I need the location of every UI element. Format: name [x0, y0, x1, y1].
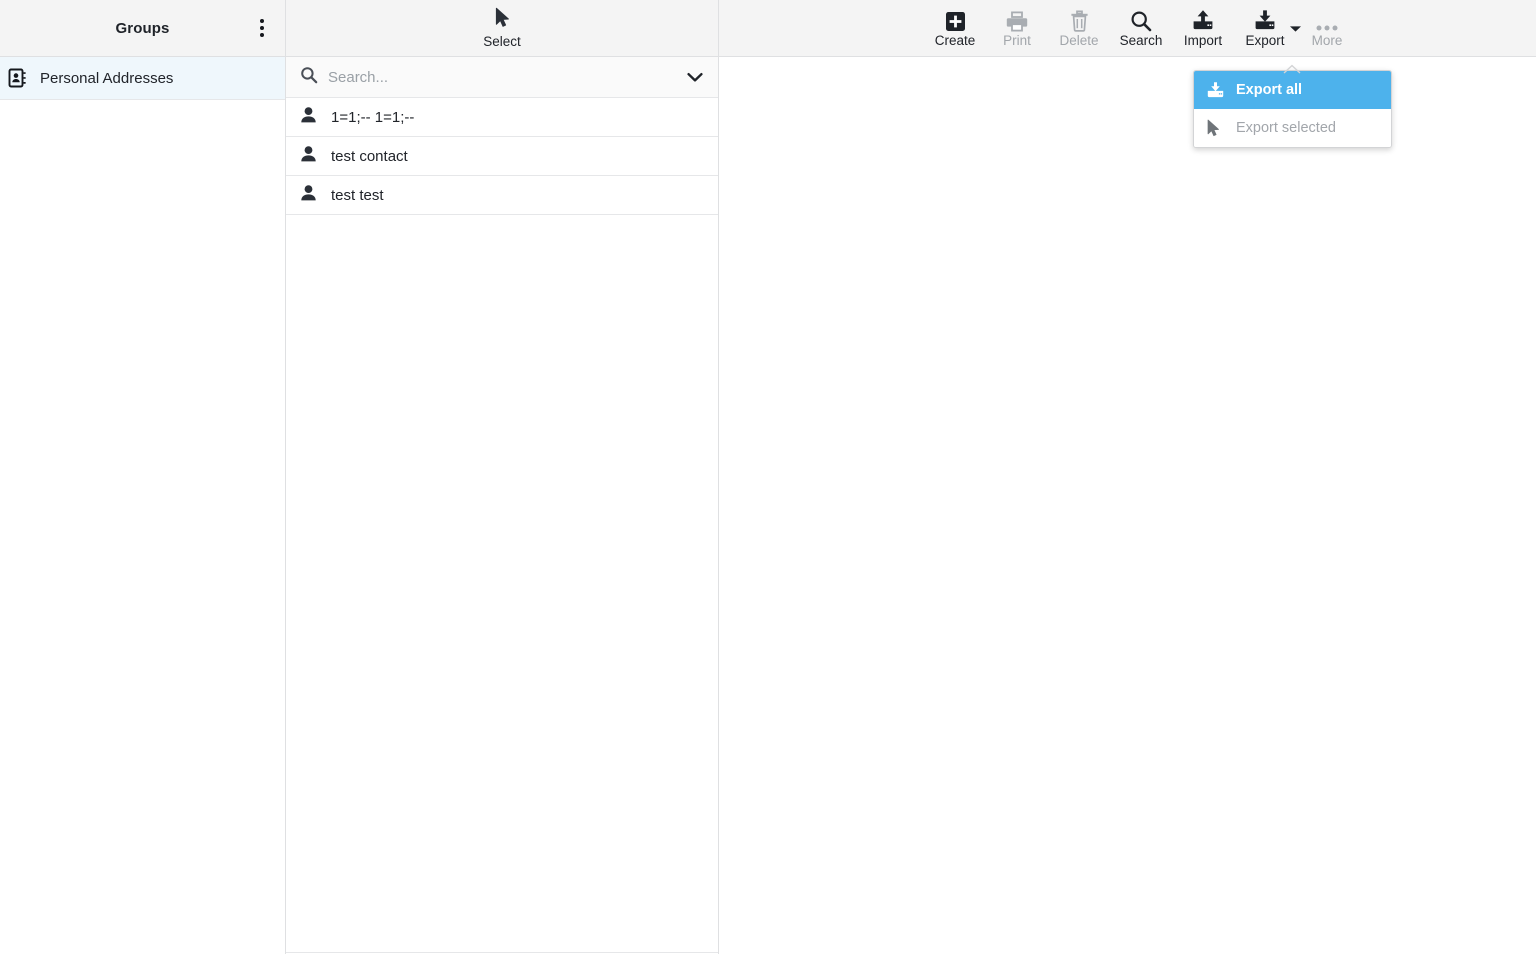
create-label: Create — [934, 33, 976, 48]
contact-name: test test — [331, 186, 384, 204]
search-label: Search — [1119, 33, 1163, 48]
menu-item-label: Export all — [1236, 82, 1303, 98]
sidebar-item-label: Personal Addresses — [40, 69, 174, 87]
select-mode-button[interactable]: Select — [286, 0, 718, 57]
chevron-down-icon[interactable] — [682, 64, 708, 90]
list-bottom-divider — [286, 952, 718, 953]
dot — [260, 26, 264, 30]
download-tray-icon — [1253, 8, 1277, 32]
cursor-arrow-icon — [494, 7, 511, 33]
list-item[interactable]: 1=1;-- 1=1;-- — [286, 98, 718, 137]
print-button[interactable]: Print — [986, 0, 1048, 57]
download-tray-icon — [1206, 81, 1232, 99]
cursor-arrow-icon — [1206, 119, 1232, 137]
popup-caret — [1283, 61, 1301, 74]
menu-item-label: Export selected — [1236, 120, 1336, 136]
contact-list-panel: Select 1=1;-- — [286, 0, 719, 954]
print-label: Print — [1003, 33, 1031, 48]
dot — [260, 33, 264, 37]
toolbar: Create Print Delete Search Import Export… — [719, 0, 1536, 57]
delete-button[interactable]: Delete — [1048, 0, 1110, 57]
more-label: More — [1311, 33, 1343, 48]
create-button[interactable]: Create — [924, 0, 986, 57]
person-icon — [300, 145, 317, 168]
delete-label: Delete — [1059, 33, 1099, 48]
dot — [260, 19, 264, 23]
menu-item-export-all[interactable]: Export all — [1194, 71, 1391, 109]
address-book-icon — [8, 68, 34, 88]
printer-icon — [1006, 8, 1028, 32]
three-dots-vertical-icon[interactable] — [247, 13, 277, 43]
groups-title: Groups — [115, 19, 170, 37]
export-dropdown-menu: Export all Export selected — [1193, 70, 1392, 148]
three-dots-horizontal-icon — [1315, 8, 1339, 32]
contact-name: test contact — [331, 147, 408, 165]
import-button[interactable]: Import — [1172, 0, 1234, 57]
upload-tray-icon — [1191, 8, 1215, 32]
person-icon — [300, 184, 317, 207]
groups-header: Groups — [0, 0, 285, 57]
contact-name: 1=1;-- 1=1;-- — [331, 108, 415, 126]
export-label: Export — [1245, 33, 1285, 48]
search-button[interactable]: Search — [1110, 0, 1172, 57]
select-label: Select — [483, 34, 521, 49]
groups-panel: Groups Personal Addresses — [0, 0, 286, 954]
list-item[interactable]: test contact — [286, 137, 718, 176]
more-button[interactable]: More — [1296, 0, 1358, 57]
search-input[interactable] — [328, 68, 682, 86]
main-panel: Create Print Delete Search Import Export… — [719, 0, 1536, 954]
person-icon — [300, 106, 317, 129]
search-icon — [1130, 8, 1152, 32]
export-button[interactable]: Export — [1234, 0, 1301, 57]
search-icon — [300, 66, 318, 89]
addressbook-app: Groups Personal Addresses Select Search.… — [0, 0, 1536, 954]
menu-item-export-selected[interactable]: Export selected — [1194, 109, 1391, 147]
list-item[interactable]: test test — [286, 176, 718, 215]
plus-square-icon — [945, 8, 966, 32]
sidebar-item-personal-addresses[interactable]: Personal Addresses — [0, 57, 285, 100]
search-bar — [286, 57, 718, 98]
trash-icon — [1070, 8, 1089, 32]
import-label: Import — [1183, 33, 1223, 48]
